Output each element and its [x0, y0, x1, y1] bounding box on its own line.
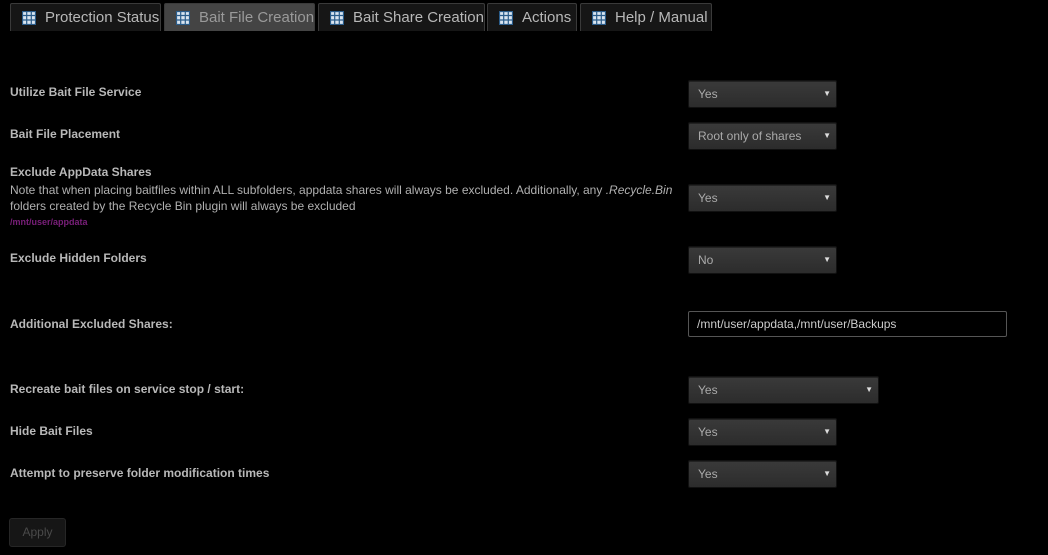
- grid-icon: [176, 11, 190, 25]
- exclude-appdata-select[interactable]: Yes ▼: [688, 184, 837, 212]
- exclude-appdata-note: Note that when placing baitfiles within …: [10, 182, 680, 214]
- preserve-times-label: Attempt to preserve folder modification …: [10, 466, 270, 480]
- utilize-service-label: Utilize Bait File Service: [10, 85, 142, 99]
- select-value: No: [698, 253, 714, 267]
- select-value: Root only of shares: [698, 129, 802, 143]
- chevron-down-icon: ▼: [823, 255, 831, 264]
- exclude-hidden-select[interactable]: No ▼: [688, 246, 837, 274]
- additional-excluded-input[interactable]: /mnt/user/appdata,/mnt/user/Backups: [688, 311, 1007, 337]
- tab-label: Bait Share Creation: [353, 9, 484, 26]
- chevron-down-icon: ▼: [823, 427, 831, 436]
- hide-bait-label: Hide Bait Files: [10, 424, 93, 438]
- chevron-down-icon: ▼: [823, 131, 831, 140]
- tab-help-manual[interactable]: Help / Manual: [580, 3, 712, 31]
- tab-protection-status[interactable]: Protection Status: [10, 3, 161, 31]
- select-value: Yes: [698, 383, 718, 397]
- tab-label: Help / Manual: [615, 9, 708, 26]
- tab-label: Bait File Creation: [199, 9, 315, 26]
- grid-icon: [592, 11, 606, 25]
- tab-bait-share-creation[interactable]: Bait Share Creation: [318, 3, 485, 31]
- tab-actions[interactable]: Actions: [487, 3, 577, 31]
- exclude-hidden-label: Exclude Hidden Folders: [10, 251, 147, 265]
- utilize-service-select[interactable]: Yes ▼: [688, 80, 837, 108]
- select-value: Yes: [698, 87, 718, 101]
- preserve-times-select[interactable]: Yes ▼: [688, 460, 837, 488]
- tab-label: Actions: [522, 9, 572, 26]
- exclude-appdata-label: Exclude AppData Shares: [10, 165, 152, 179]
- note-text: Note that when placing baitfiles within …: [10, 183, 606, 197]
- chevron-down-icon: ▼: [823, 469, 831, 478]
- recreate-select[interactable]: Yes ▼: [688, 376, 879, 404]
- additional-excluded-label: Additional Excluded Shares:: [10, 317, 173, 331]
- placement-select[interactable]: Root only of shares ▼: [688, 122, 837, 150]
- tab-bait-file-creation[interactable]: Bait File Creation: [164, 3, 315, 31]
- select-value: Yes: [698, 425, 718, 439]
- select-value: Yes: [698, 467, 718, 481]
- tab-label: Protection Status: [45, 9, 160, 26]
- chevron-down-icon: ▼: [865, 385, 873, 394]
- select-value: Yes: [698, 191, 718, 205]
- appdata-path: /mnt/user/appdata: [10, 217, 88, 227]
- grid-icon: [330, 11, 344, 25]
- grid-icon: [22, 11, 36, 25]
- grid-icon: [499, 11, 513, 25]
- note-recycle-bin: .Recycle.Bin: [605, 183, 673, 197]
- chevron-down-icon: ▼: [823, 89, 831, 98]
- apply-button[interactable]: Apply: [9, 518, 66, 547]
- note-text-2: folders created by the Recycle Bin plugi…: [10, 199, 356, 213]
- hide-bait-select[interactable]: Yes ▼: [688, 418, 837, 446]
- placement-label: Bait File Placement: [10, 127, 121, 141]
- recreate-label: Recreate bait files on service stop / st…: [10, 382, 245, 396]
- chevron-down-icon: ▼: [823, 193, 831, 202]
